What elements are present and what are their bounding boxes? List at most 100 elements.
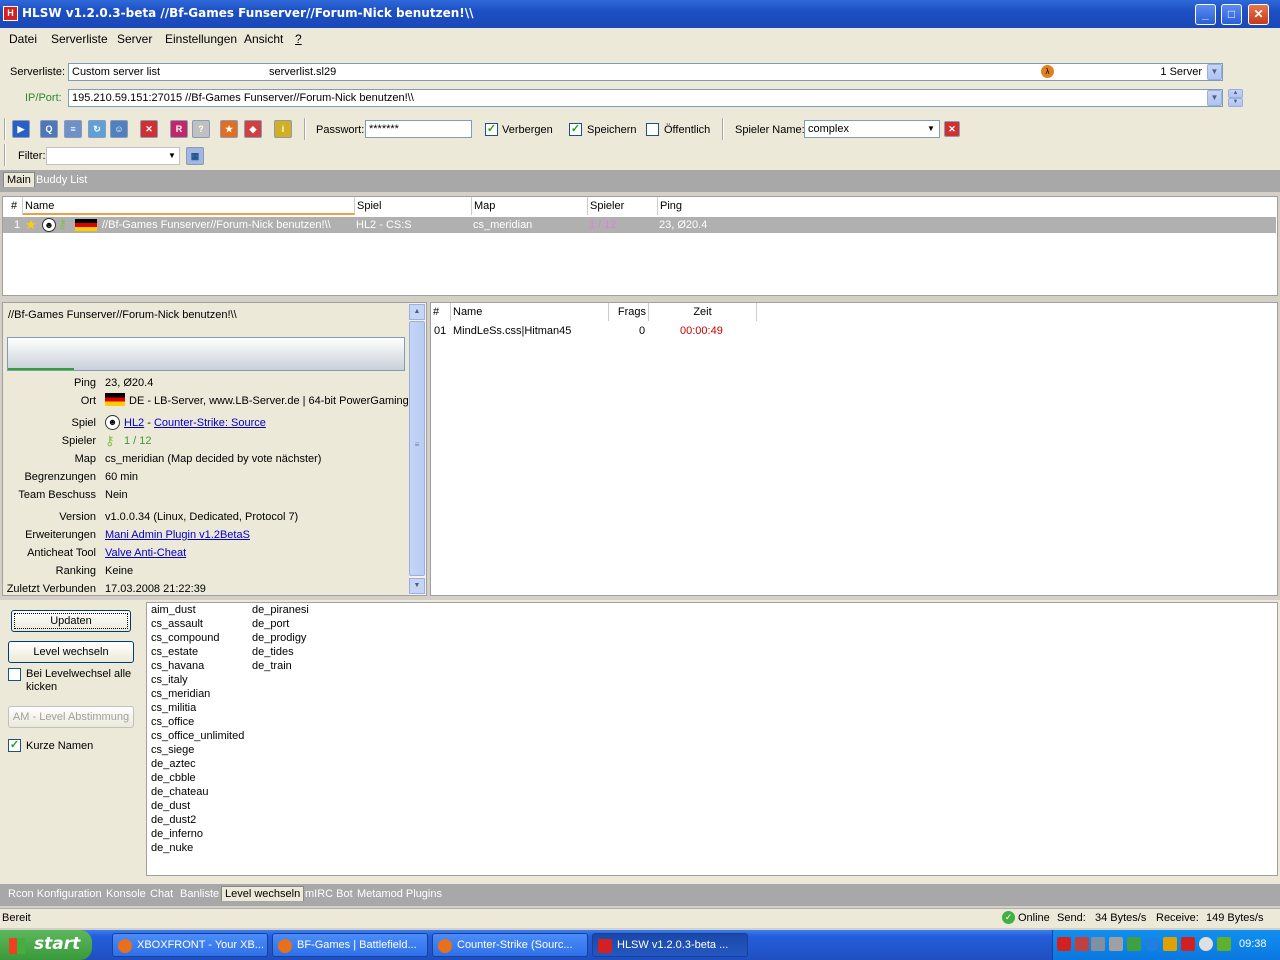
- tab-rcon-konfiguration[interactable]: Rcon Konfiguration: [5, 887, 105, 901]
- spieler-name-dropdown-icon[interactable]: ▼: [927, 124, 935, 133]
- map-item[interactable]: de_piranesi: [252, 604, 309, 616]
- player-col-zeit[interactable]: Zeit: [649, 303, 757, 321]
- map-item[interactable]: de_chateau: [151, 786, 209, 798]
- map-item[interactable]: de_train: [252, 660, 292, 672]
- tab-banliste[interactable]: Banliste: [177, 887, 222, 901]
- minimize-button[interactable]: _: [1195, 4, 1216, 25]
- media-player-icon[interactable]: [1145, 937, 1159, 951]
- spin-down-icon[interactable]: ▼: [1228, 98, 1243, 107]
- scroll-up-icon[interactable]: ▲: [409, 304, 425, 320]
- map-item[interactable]: de_tides: [252, 646, 294, 658]
- task-xboxfront[interactable]: XBOXFRONT - Your XB...: [112, 933, 268, 957]
- map-item[interactable]: cs_meridian: [151, 688, 210, 700]
- task-counter-strike[interactable]: Counter-Strike (Sourc...: [432, 933, 588, 957]
- map-item[interactable]: cs_estate: [151, 646, 198, 658]
- col-num[interactable]: #: [3, 197, 23, 215]
- map-item[interactable]: cs_siege: [151, 744, 194, 756]
- map-item[interactable]: de_dust: [151, 800, 190, 812]
- hl2-link[interactable]: HL2: [124, 417, 144, 429]
- network-icon[interactable]: [1091, 937, 1105, 951]
- col-name[interactable]: Name: [23, 197, 355, 215]
- valve-anticheat-link[interactable]: Valve Anti-Cheat: [105, 547, 186, 559]
- filter-dropdown-icon[interactable]: ▼: [168, 151, 176, 160]
- map-item[interactable]: aim_dust: [151, 604, 196, 616]
- table-row[interactable]: 1 ★ ☻ ⚷ //Bf-Games Funserver//Forum-Nick…: [3, 217, 1276, 233]
- updaten-button[interactable]: Updaten: [11, 610, 131, 632]
- col-spieler[interactable]: Spieler: [588, 197, 658, 215]
- spin-up-icon[interactable]: ▲: [1228, 89, 1243, 98]
- volume-icon[interactable]: [1163, 937, 1177, 951]
- player-col-num[interactable]: #: [431, 303, 451, 321]
- connect-icon[interactable]: ▶: [12, 120, 30, 138]
- info-icon[interactable]: i: [274, 120, 292, 138]
- map-item[interactable]: cs_office_unlimited: [151, 730, 244, 742]
- tab-main[interactable]: Main: [3, 172, 35, 187]
- map-item[interactable]: cs_havana: [151, 660, 204, 672]
- scroll-down-icon[interactable]: ▼: [409, 578, 425, 594]
- task-hlsw[interactable]: HLSW v1.2.0.3-beta ...: [592, 933, 748, 957]
- am-level-abstimmung-button[interactable]: AM - Level Abstimmung: [8, 706, 134, 728]
- hlsw-tray-icon[interactable]: [1057, 937, 1071, 951]
- ipport-input[interactable]: 195.210.59.151:27015 //Bf-Games Funserve…: [68, 89, 1223, 107]
- mani-admin-link[interactable]: Mani Admin Plugin v1.2BetaS: [105, 529, 250, 541]
- kurze-namen-checkbox[interactable]: ✓: [8, 739, 21, 752]
- serverliste-select[interactable]: Custom server list serverlist.sl29 λ 1 S…: [68, 63, 1223, 81]
- menu-server[interactable]: Server: [117, 32, 152, 46]
- menu-datei[interactable]: Datei: [9, 32, 37, 46]
- player-icon[interactable]: ☺: [110, 120, 128, 138]
- menu-help[interactable]: ?: [295, 32, 302, 46]
- start-button[interactable]: start: [0, 930, 92, 960]
- map-item[interactable]: cs_italy: [151, 674, 188, 686]
- menu-serverliste[interactable]: Serverliste: [51, 32, 108, 46]
- refresh-list-icon[interactable]: ↻: [88, 120, 106, 138]
- player-col-frags[interactable]: Frags: [609, 303, 649, 321]
- filter-tool-icon[interactable]: ◆: [244, 120, 262, 138]
- hlsw-app-icon[interactable]: H: [3, 6, 18, 21]
- player-col-name[interactable]: Name: [451, 303, 609, 321]
- verbergen-checkbox[interactable]: ✓: [485, 123, 498, 136]
- rcon-icon[interactable]: R: [170, 120, 188, 138]
- search-server-icon[interactable]: Q: [40, 120, 58, 138]
- server-list-icon[interactable]: ≡: [64, 120, 82, 138]
- menu-ansicht[interactable]: Ansicht: [244, 32, 283, 46]
- map-item[interactable]: de_prodigy: [252, 632, 306, 644]
- speichern-checkbox[interactable]: ✓: [569, 123, 582, 136]
- col-map[interactable]: Map: [472, 197, 588, 215]
- counter-strike-link[interactable]: Counter-Strike: Source: [154, 417, 266, 429]
- maximize-button[interactable]: □: [1221, 4, 1242, 25]
- oeffentlich-checkbox[interactable]: [646, 123, 659, 136]
- favorite-icon[interactable]: ★: [220, 120, 238, 138]
- map-item[interactable]: cs_compound: [151, 632, 220, 644]
- info-scrollbar[interactable]: ▲ ≡ ▼: [409, 303, 426, 595]
- tab-metamod-plugins[interactable]: Metamod Plugins: [354, 887, 445, 901]
- title-bar[interactable]: H HLSW v1.2.0.3-beta //Bf-Games Funserve…: [0, 0, 1280, 28]
- table-row[interactable]: 01 MindLeSs.css|Hitman45 0 00:00:49: [431, 323, 1271, 339]
- map-item[interactable]: cs_assault: [151, 618, 203, 630]
- tab-konsole[interactable]: Konsole: [103, 887, 149, 901]
- filter-settings-icon[interactable]: ▦: [186, 147, 204, 165]
- task-bf-games[interactable]: BF-Games | Battlefield...: [272, 933, 428, 957]
- close-button[interactable]: ✕: [1248, 4, 1269, 25]
- ipport-dropdown-icon[interactable]: ▼: [1207, 90, 1222, 106]
- spieler-name-input[interactable]: complex: [804, 120, 940, 138]
- tray-app-icon[interactable]: [1075, 937, 1089, 951]
- level-wechseln-button[interactable]: Level wechseln: [8, 641, 134, 663]
- passwort-input[interactable]: *******: [365, 120, 472, 138]
- tab-mirc-bot[interactable]: mIRC Bot: [302, 887, 356, 901]
- serverliste-dropdown-icon[interactable]: ▼: [1207, 64, 1222, 80]
- filter-select[interactable]: [46, 147, 180, 165]
- tab-buddy-list[interactable]: Buddy List: [33, 173, 90, 187]
- tab-level-wechseln[interactable]: Level wechseln: [221, 886, 305, 901]
- tray-balloon-icon[interactable]: [1199, 937, 1213, 951]
- delete-icon[interactable]: ✕: [140, 120, 158, 138]
- map-item[interactable]: cs_office: [151, 716, 194, 728]
- col-ping[interactable]: Ping: [658, 197, 1276, 215]
- map-item[interactable]: de_nuke: [151, 842, 193, 854]
- clear-name-icon[interactable]: ✕: [944, 121, 960, 137]
- col-spiel[interactable]: Spiel: [355, 197, 472, 215]
- map-item[interactable]: de_cbble: [151, 772, 196, 784]
- nvidia-icon[interactable]: [1217, 937, 1231, 951]
- map-item[interactable]: cs_militia: [151, 702, 196, 714]
- map-item[interactable]: de_port: [252, 618, 289, 630]
- antivirus-icon[interactable]: [1181, 937, 1195, 951]
